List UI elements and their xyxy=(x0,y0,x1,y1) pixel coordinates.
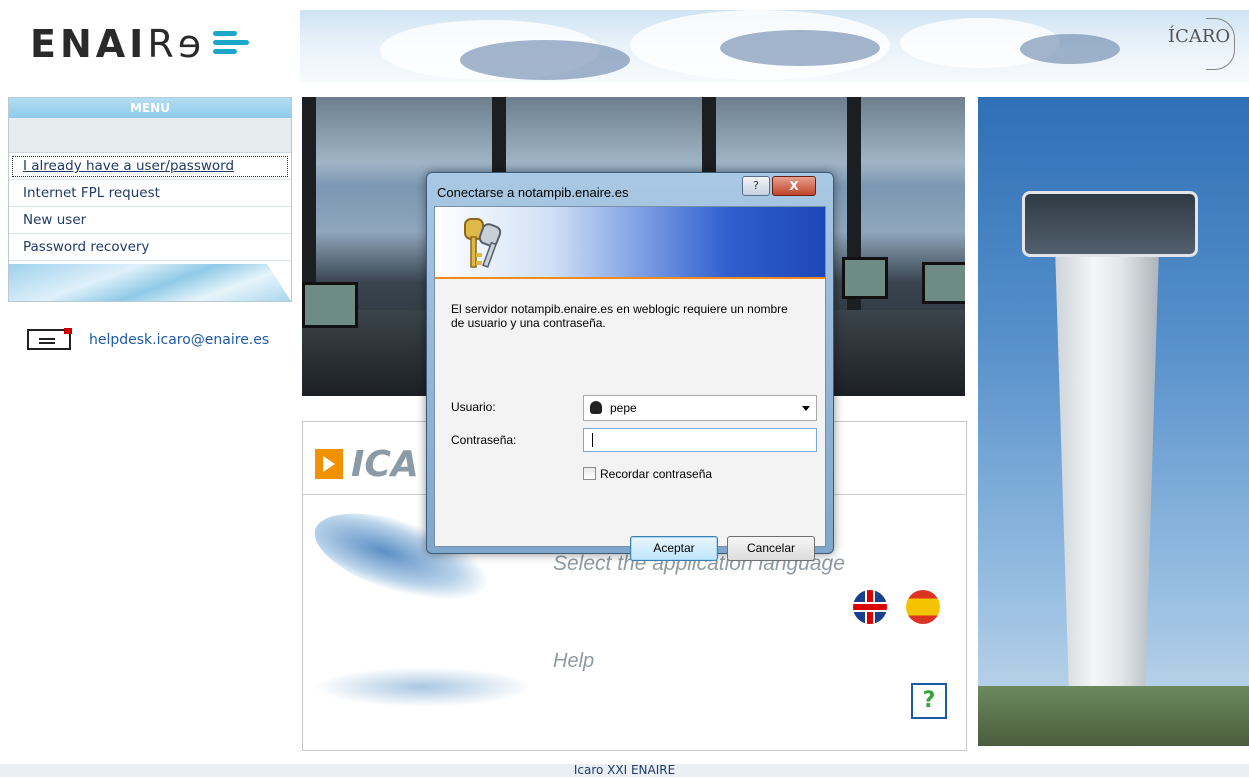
helpdesk-email-link[interactable]: helpdesk.icaro@enaire.es xyxy=(89,332,269,348)
username-select[interactable]: pepe xyxy=(583,395,817,421)
username-label: Usuario: xyxy=(451,400,496,414)
envelope-icon xyxy=(27,328,72,350)
dialog-close-button[interactable]: X xyxy=(772,176,816,196)
uk-flag-icon[interactable] xyxy=(853,590,887,624)
dialog-help-button[interactable]: ? xyxy=(742,176,770,196)
checkbox-box[interactable] xyxy=(583,467,596,480)
keys-icon xyxy=(464,218,502,268)
spain-flag-icon[interactable] xyxy=(906,590,940,624)
remember-password-label: Recordar contraseña xyxy=(600,467,713,481)
menu-item-fpl-request[interactable]: Internet FPL request xyxy=(9,180,291,207)
logo-bars-icon xyxy=(213,28,250,58)
menu-item-password-recovery[interactable]: Password recovery xyxy=(9,234,291,261)
cancel-button[interactable]: Cancelar xyxy=(727,536,815,561)
logo-text-bold: ENAI xyxy=(30,22,148,66)
control-tower-photo xyxy=(978,97,1249,746)
logo-text-light: Rɘ xyxy=(147,22,206,66)
dialog-message: El servidor notampib.enaire.es en weblog… xyxy=(451,302,788,330)
menu-title: MENU xyxy=(9,98,291,118)
enaire-logo: ENAIRɘ xyxy=(30,22,250,66)
side-menu: MENU I already have a user/password Inte… xyxy=(8,97,292,302)
text-caret xyxy=(592,433,593,447)
help-label: Help xyxy=(553,650,595,672)
password-label: Contraseña: xyxy=(451,433,517,447)
menu-item-new-user[interactable]: New user xyxy=(9,207,291,234)
icaro-brand-text: ICA xyxy=(351,444,419,485)
user-icon xyxy=(590,401,602,414)
help-button[interactable]: ? xyxy=(911,683,947,719)
dialog-banner xyxy=(435,207,825,279)
password-input[interactable] xyxy=(583,428,817,452)
dialog-body: El servidor notampib.enaire.es en weblog… xyxy=(434,206,826,561)
menu-footer-graphic xyxy=(9,264,291,301)
menu-spacer xyxy=(9,118,291,153)
accept-button[interactable]: Aceptar xyxy=(630,536,718,561)
icaro-bird-icon xyxy=(1206,18,1235,70)
menu-item-existing-user[interactable]: I already have a user/password xyxy=(9,153,291,180)
username-value: pepe xyxy=(610,401,637,415)
icaro-arrow-icon xyxy=(315,449,343,479)
remember-password-checkbox[interactable]: Recordar contraseña xyxy=(583,467,712,481)
dialog-title: Conectarse a notampib.enaire.es xyxy=(437,185,629,200)
cloud-graphic xyxy=(313,667,533,707)
footer-text: Icaro XXI ENAIRE xyxy=(573,763,676,777)
login-dialog: Conectarse a notampib.enaire.es ? X El s… xyxy=(426,172,834,561)
header-sky-banner xyxy=(300,10,1249,82)
chevron-down-icon[interactable] xyxy=(802,406,810,411)
